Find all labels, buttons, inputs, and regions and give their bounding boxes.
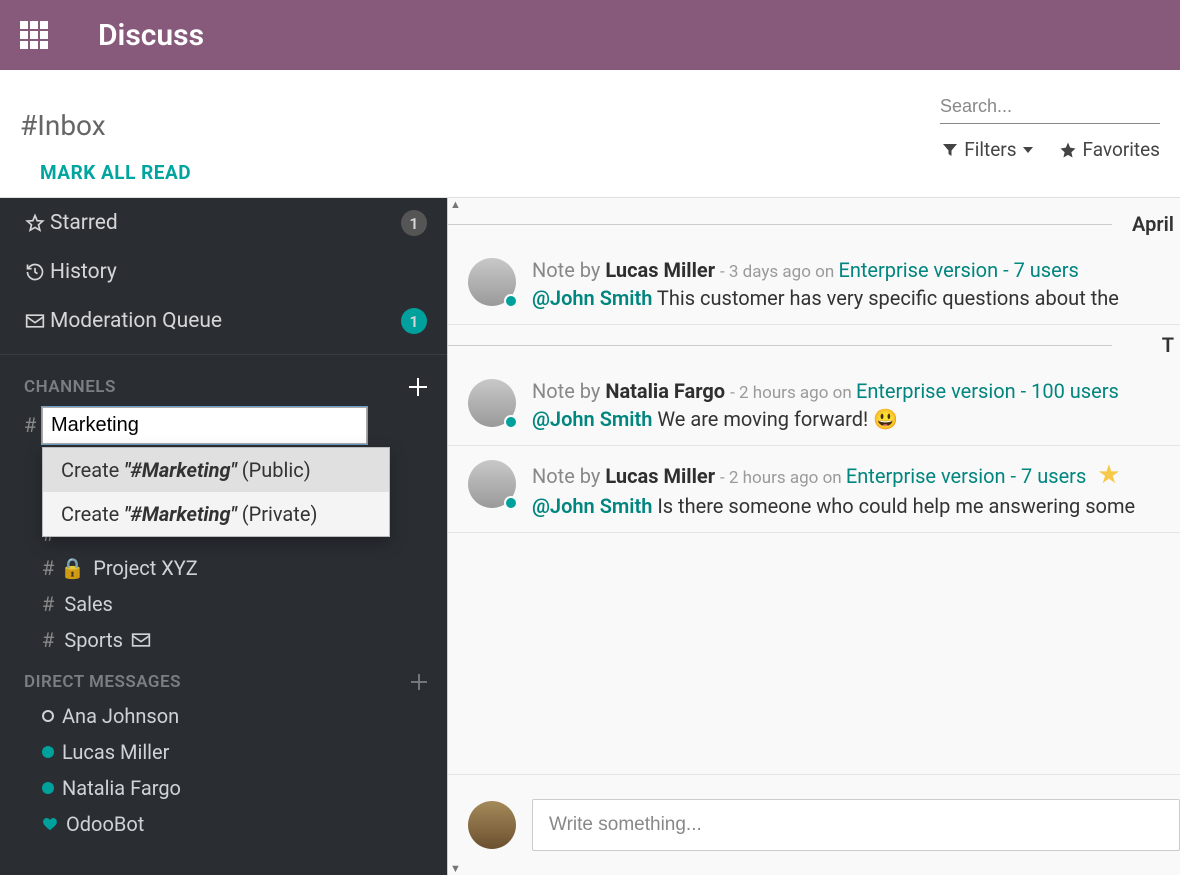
dm-label: Lucas Miller [62,740,169,764]
presence-online-icon [42,746,54,758]
avatar [468,460,516,508]
date-separator: April [448,204,1180,244]
add-dm-button[interactable] [411,674,427,690]
author-name[interactable]: Lucas Miller [605,258,715,282]
app-header: Discuss [0,0,1180,70]
presence-online-icon [504,496,518,510]
presence-online-icon [42,782,54,794]
note-prefix: Note by [532,379,605,403]
channel-label: Project XYZ [93,556,198,580]
count-badge: 1 [401,210,427,236]
breadcrumb: #Inbox [20,109,106,142]
avatar [468,379,516,427]
heart-icon [42,816,58,832]
channels-section-header: CHANNELS [0,363,447,403]
channel-create-dropdown: Create "#Marketing" (Public) Create "#Ma… [42,447,390,537]
channel-name-input[interactable] [42,407,367,444]
mention[interactable]: @John Smith [532,286,652,310]
star-outline-icon [20,213,50,233]
message-item: Note by Lucas Miller - 3 days ago on Ent… [448,244,1180,325]
star-icon [1059,141,1077,159]
timestamp: 2 hours ago [729,468,818,488]
note-prefix: Note by [532,258,605,282]
section-label: DIRECT MESSAGES [24,672,181,692]
timestamp: 2 hours ago [739,383,828,403]
topic-link[interactable]: Enterprise version - 7 users [846,464,1086,488]
caret-down-icon [1023,145,1033,155]
divider [0,354,447,355]
sidebar-item-history[interactable]: History [0,248,447,296]
hash-icon: # [24,413,36,437]
filters-label: Filters [964,138,1016,161]
composer [448,774,1180,875]
apps-launcher-icon[interactable] [20,21,48,49]
channel-item[interactable]: #Sales [0,586,447,622]
mention[interactable]: @John Smith [532,494,652,518]
presence-online-icon [504,415,518,429]
dm-label: OdooBot [66,812,144,836]
app-title: Discuss [98,18,204,53]
sidebar-item-moderation[interactable]: Moderation Queue 1 [0,296,447,346]
date-separator: T [448,325,1180,365]
dm-section-header: DIRECT MESSAGES [0,658,447,698]
dm-label: Natalia Fargo [62,776,181,800]
search-input[interactable] [940,90,1160,124]
sidebar: Starred 1 History Moderation Queue 1 CHA… [0,198,447,875]
envelope-icon [131,632,151,648]
author-name[interactable]: Natalia Fargo [605,379,725,403]
message-pane: ▲ April Note by Lucas Miller - 3 days ag… [447,198,1180,875]
add-channel-button[interactable] [409,378,427,396]
dm-item[interactable]: OdooBot [0,806,447,842]
message-item: Note by Natalia Fargo - 2 hours ago on E… [448,365,1180,446]
mark-all-read-button[interactable]: MARK ALL READ [20,161,191,194]
star-icon[interactable]: ★ [1097,460,1120,490]
timestamp: 3 days ago [729,262,811,282]
channel-label: Sports [64,628,123,652]
topic-link[interactable]: Enterprise version - 100 users [856,379,1119,403]
history-icon [20,262,50,282]
message-text: This customer has very specific question… [652,286,1119,310]
dm-item[interactable]: Ana Johnson [0,698,447,734]
note-prefix: Note by [532,464,605,488]
sidebar-item-label: History [50,260,427,284]
create-private-channel-option[interactable]: Create "#Marketing" (Private) [43,492,389,536]
message-text: We are moving forward! 😃 [652,407,898,431]
message-text: Is there someone who could help me answe… [652,494,1135,518]
filters-menu[interactable]: Filters [942,138,1032,161]
channel-item[interactable]: #🔒Project XYZ [0,550,447,586]
avatar [468,801,516,849]
sidebar-item-starred[interactable]: Starred 1 [0,198,447,248]
mention[interactable]: @John Smith [532,407,652,431]
topic-link[interactable]: Enterprise version - 7 users [838,258,1078,282]
presence-online-icon [504,294,518,308]
dm-label: Ana Johnson [62,704,179,728]
sidebar-item-label: Starred [50,211,401,235]
scroll-down-icon[interactable]: ▼ [450,862,461,875]
channel-item[interactable]: #Sports [0,622,447,658]
channel-label: Sales [64,592,113,616]
avatar [468,258,516,306]
dm-item[interactable]: Natalia Fargo [0,770,447,806]
compose-input[interactable] [532,799,1180,851]
author-name[interactable]: Lucas Miller [605,464,715,488]
favorites-label: Favorites [1083,138,1160,161]
sidebar-item-label: Moderation Queue [50,309,401,333]
dm-item[interactable]: Lucas Miller [0,734,447,770]
section-label: CHANNELS [24,377,116,397]
favorites-menu[interactable]: Favorites [1059,138,1160,161]
create-public-channel-option[interactable]: Create "#Marketing" (Public) [43,448,389,492]
count-badge: 1 [401,308,427,334]
control-panel: #Inbox Filters Favorites MARK ALL READ [0,70,1180,198]
presence-offline-icon [42,710,54,722]
envelope-icon [20,313,50,329]
message-item: Note by Lucas Miller - 2 hours ago on En… [448,446,1180,533]
funnel-icon [942,142,958,158]
